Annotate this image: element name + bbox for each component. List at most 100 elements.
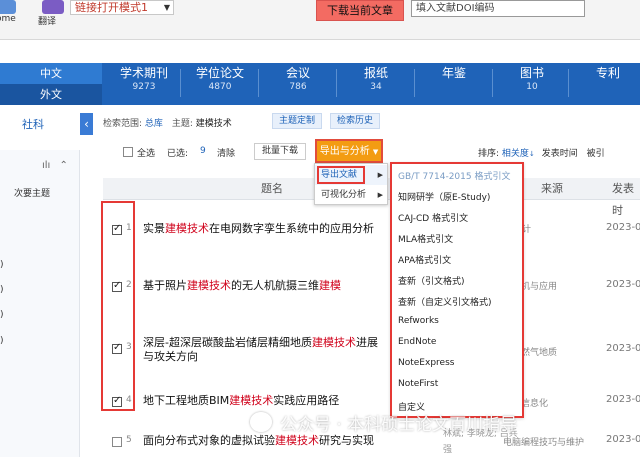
export-analyze-label: 导出与分析: [319, 146, 370, 157]
cite-apa[interactable]: APA格式引文: [398, 253, 451, 266]
row-date: 2023-0: [606, 343, 640, 354]
category-name: 图书: [519, 66, 544, 80]
chevron-left-icon: ‹: [84, 117, 89, 131]
category-newspapers[interactable]: 报纸 34: [336, 65, 416, 93]
cite-endnote[interactable]: EndNote: [398, 337, 436, 347]
home-label: ome: [0, 14, 16, 24]
row-title[interactable]: 地下工程地质BIM建模技术实践应用路径: [143, 394, 339, 408]
col-date[interactable]: 发表时: [612, 178, 640, 222]
topic-label: 主题:: [171, 119, 193, 129]
title-text: 实践应用路径: [273, 394, 340, 407]
category-count: 9273: [132, 82, 156, 92]
row-author-extra: 强: [443, 445, 453, 455]
lang-tab-chinese[interactable]: 中文: [0, 63, 102, 84]
cite-chaxin[interactable]: 查新（引文格式): [398, 274, 465, 287]
home-icon: [0, 0, 16, 14]
cite-gbt7714[interactable]: GB/T 7714-2015 格式引文: [398, 169, 510, 182]
home-button[interactable]: ome: [0, 0, 24, 30]
cite-mla[interactable]: MLA格式引文: [398, 232, 453, 245]
scope-value[interactable]: 总库: [145, 119, 163, 129]
topic-value: 建模技术: [195, 119, 232, 129]
category-count: 10: [526, 82, 538, 92]
cite-chaxin-custom[interactable]: 查新（自定义引文格式): [398, 295, 492, 308]
cite-estudy[interactable]: 知网研学（原E-Study): [398, 190, 490, 203]
title-text: 实景: [143, 222, 165, 235]
translate-button[interactable]: 翻译: [36, 0, 66, 30]
title-highlight: 建模技术: [311, 336, 356, 349]
category-books[interactable]: 图书 10: [492, 65, 572, 93]
cite-notefirst[interactable]: NoteFirst: [398, 379, 438, 389]
row-title[interactable]: 基于照片建模技术的无人机航摄三维建模: [143, 279, 341, 293]
search-scope: 检索范围: 总库 主题: 建模技术: [103, 116, 232, 129]
title-text: 的无人机航摄三维: [231, 279, 319, 292]
row-title[interactable]: 深层-超深层碳酸盐岩储层精细地质建模技术进展与攻关方向: [143, 336, 383, 364]
row-title[interactable]: 实景建模技术在电网数字孪生系统中的应用分析: [143, 222, 374, 236]
sidebar-tools: ılı ⌃: [42, 160, 68, 171]
category-name: 学术期刊: [119, 66, 168, 80]
doi-input[interactable]: [411, 0, 585, 17]
title-text: 在电网数字孪生系统中的应用分析: [209, 222, 374, 235]
checkbox-highlight-outline: [101, 201, 135, 411]
title-highlight: 建模技术: [229, 394, 274, 407]
title-highlight: 建模技术: [187, 279, 231, 292]
sidebar-tab-social-science[interactable]: 社科: [0, 112, 80, 138]
link-mode-value: 链接打开模式1: [75, 1, 148, 14]
cite-noteexpress[interactable]: NoteExpress: [398, 358, 454, 368]
sort-cited[interactable]: 被引: [587, 149, 605, 159]
chevron-down-icon: ▼: [372, 148, 379, 156]
sort-date[interactable]: 发表时间: [542, 149, 578, 159]
search-history-button[interactable]: 检索历史: [330, 113, 381, 129]
select-all-checkbox[interactable]: [123, 147, 133, 157]
row-title[interactable]: 面向分布式对象的虚拟试验建模技术研究与实现: [143, 434, 374, 448]
row-date: 2023-0: [606, 434, 640, 445]
top-toolbar: ome 翻译 链接打开模式1 ▼ 下载当前文章: [0, 0, 640, 40]
select-all-label[interactable]: 全选: [137, 146, 155, 159]
clear-selection-link[interactable]: 清除: [217, 146, 235, 159]
row-date: 2023-0: [606, 394, 640, 405]
caret-right-icon: ▶: [377, 191, 383, 199]
download-current-button[interactable]: 下载当前文章: [316, 0, 404, 21]
watermark: 公众号 · 本科硕士论文百川指导: [280, 415, 518, 435]
col-title[interactable]: 题名: [261, 178, 283, 200]
row-number: 5: [126, 435, 132, 445]
secondary-topic-label[interactable]: 次要主题: [14, 186, 50, 199]
collapse-sidebar-button[interactable]: ‹: [80, 113, 93, 135]
chevron-up-icon[interactable]: ⌃: [60, 160, 68, 171]
chevron-down-icon: ▼: [163, 3, 170, 12]
category-yearbooks[interactable]: 年鉴: [414, 65, 494, 81]
scope-label: 检索范围:: [103, 119, 143, 129]
batch-download-button[interactable]: 批量下载: [254, 143, 306, 160]
export-analyze-button[interactable]: 导出与分析 ▼: [315, 139, 383, 163]
menu-item-export-docs[interactable]: 导出文献 ▶: [315, 165, 387, 185]
menu-item-label: 可视化分析: [321, 190, 367, 200]
menu-item-visual-analysis[interactable]: 可视化分析 ▶: [315, 185, 387, 205]
row-source[interactable]: 电脑编程技巧与维护: [503, 435, 584, 448]
selected-count: 9: [200, 146, 206, 156]
cite-cajcd[interactable]: CAJ-CD 格式引文: [398, 211, 468, 224]
translate-label: 翻译: [38, 17, 57, 27]
topic-custom-button[interactable]: 主题定制: [272, 113, 323, 129]
sort-relevance[interactable]: 相关度: [502, 149, 529, 159]
col-source[interactable]: 来源: [541, 178, 563, 200]
category-conferences[interactable]: 会议 786: [258, 65, 338, 93]
row-date: 2023-0: [606, 279, 640, 290]
category-name: 会议: [285, 66, 310, 80]
title-highlight: 建模: [319, 279, 341, 292]
category-theses[interactable]: 学位论文 4870: [180, 65, 260, 93]
category-count: 786: [289, 82, 307, 92]
selected-label: 已选:: [167, 149, 189, 159]
citation-format-menu: GB/T 7714-2015 格式引文 知网研学（原E-Study) CAJ-C…: [390, 162, 524, 418]
caret-right-icon: ▶: [377, 171, 383, 179]
title-text: 深层-超深层碳酸盐岩储层精细地质: [143, 336, 312, 349]
category-count: 4870: [208, 82, 232, 92]
cite-refworks[interactable]: Refworks: [398, 316, 439, 326]
category-patents[interactable]: 专利: [568, 65, 640, 81]
lang-tab-foreign[interactable]: 外文: [0, 84, 102, 105]
sidebar-mark: ): [0, 285, 4, 295]
category-journals[interactable]: 学术期刊 9273: [104, 65, 184, 93]
link-mode-select[interactable]: 链接打开模式1 ▼: [70, 0, 174, 15]
category-name: 年鉴: [441, 66, 466, 80]
row-checkbox[interactable]: [112, 437, 122, 447]
category-count: 34: [370, 82, 382, 92]
bar-chart-icon[interactable]: ılı: [42, 160, 50, 171]
